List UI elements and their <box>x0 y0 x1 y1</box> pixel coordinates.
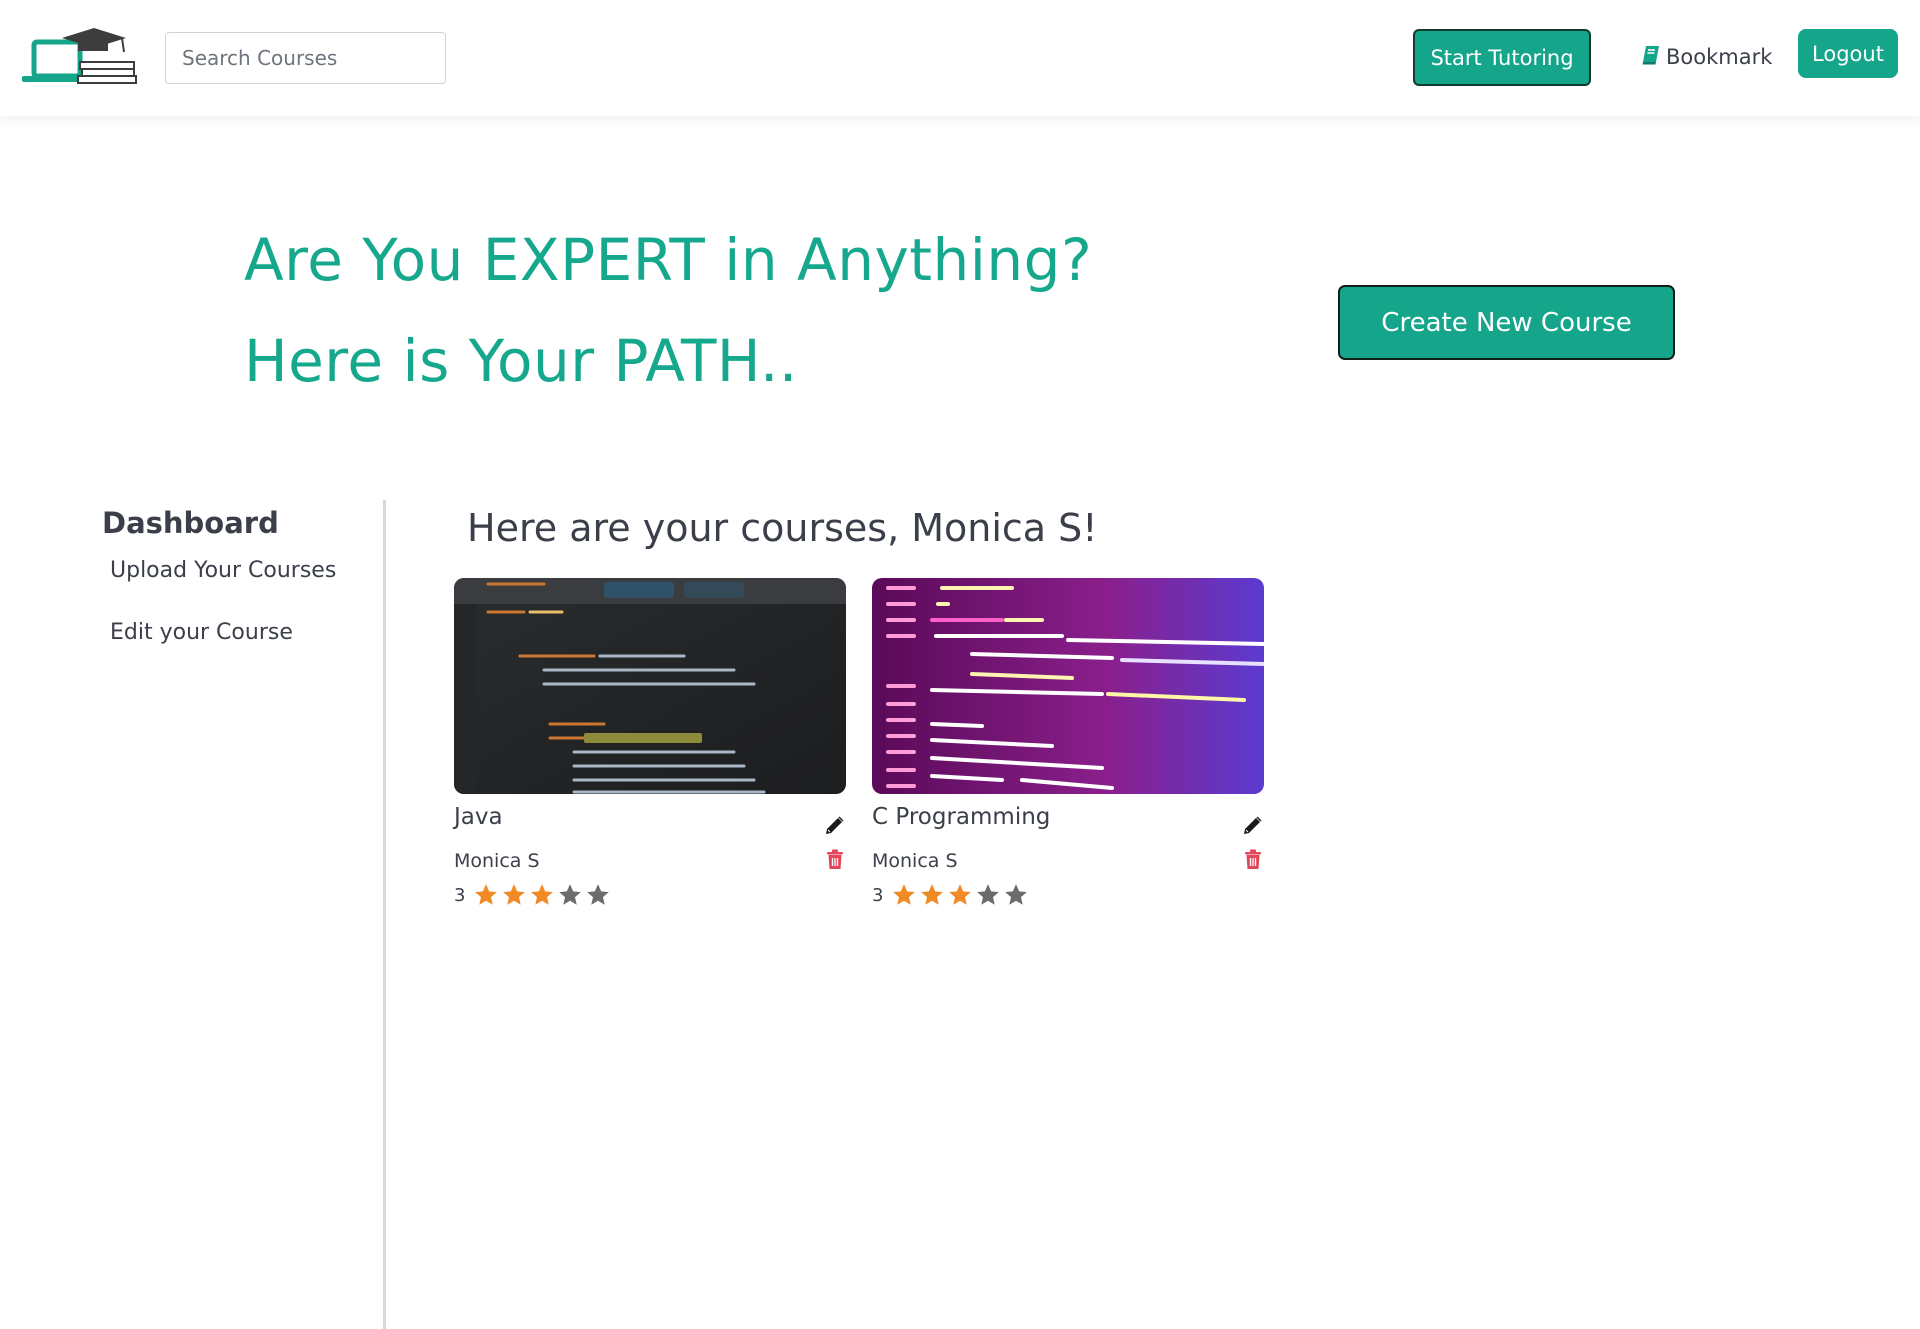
star-filled-icon <box>921 884 944 905</box>
rating-value: 3 <box>454 884 466 906</box>
star-filled-icon <box>949 884 972 905</box>
course-author: Monica S <box>454 850 540 872</box>
star-empty-icon <box>587 884 610 905</box>
trash-icon[interactable] <box>826 849 844 870</box>
welcome-heading: Here are your courses, Monica S! <box>467 506 1098 550</box>
star-filled-icon <box>531 884 554 905</box>
star-empty-icon <box>559 884 582 905</box>
course-title[interactable]: Java <box>454 804 503 830</box>
start-tutoring-label: Start Tutoring <box>1430 45 1574 70</box>
star-rating: 3 <box>454 882 611 908</box>
book-icon <box>1642 45 1660 70</box>
star-filled-icon <box>503 884 526 905</box>
star-empty-icon <box>1005 884 1028 905</box>
rating-value: 3 <box>872 884 884 906</box>
search-input[interactable] <box>165 32 446 84</box>
course-card: C Programming Monica S 3 <box>872 578 1264 918</box>
hero-subheadline: Here is Your PATH.. <box>244 327 798 395</box>
sidebar-divider <box>383 500 386 1329</box>
star-filled-icon <box>893 884 916 905</box>
star-filled-icon <box>475 884 498 905</box>
course-thumbnail[interactable] <box>872 578 1264 794</box>
logout-button[interactable]: Logout <box>1798 29 1898 78</box>
course-thumbnail[interactable] <box>454 578 846 794</box>
bookmark-label: Bookmark <box>1666 45 1773 69</box>
course-author: Monica S <box>872 850 958 872</box>
hero-headline: Are You EXPERT in Anything? <box>244 226 1093 294</box>
logo-icon[interactable] <box>22 28 140 90</box>
star-empty-icon <box>977 884 1000 905</box>
logout-label: Logout <box>1812 41 1884 66</box>
create-new-course-label: Create New Course <box>1381 307 1632 338</box>
bookmark-link[interactable]: Bookmark <box>1642 40 1772 74</box>
sidebar-item-upload-courses[interactable]: Upload Your Courses <box>110 558 336 583</box>
star-rating: 3 <box>872 882 1029 908</box>
trash-icon[interactable] <box>1244 849 1262 870</box>
course-card: Java Monica S 3 <box>454 578 846 918</box>
pencil-icon[interactable] <box>1242 814 1264 836</box>
create-new-course-button[interactable]: Create New Course <box>1338 285 1675 360</box>
sidebar-item-edit-course[interactable]: Edit your Course <box>110 620 293 645</box>
start-tutoring-button[interactable]: Start Tutoring <box>1413 29 1591 86</box>
sidebar-title: Dashboard <box>102 506 279 540</box>
pencil-icon[interactable] <box>824 814 846 836</box>
course-title[interactable]: C Programming <box>872 804 1050 830</box>
top-navbar: Start Tutoring Bookmark Logout <box>0 0 1920 116</box>
